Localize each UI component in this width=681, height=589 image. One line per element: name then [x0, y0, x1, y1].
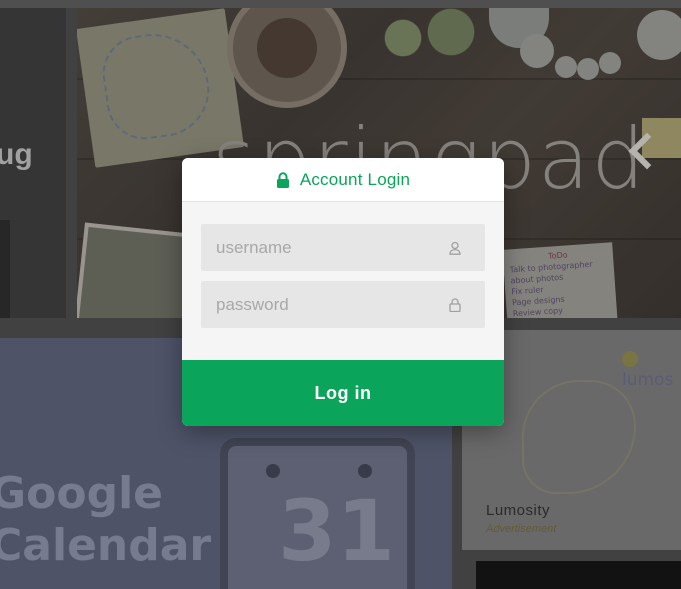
dialog-header: Account Login [182, 158, 504, 202]
lock-icon [449, 298, 461, 313]
password-input[interactable] [201, 281, 485, 328]
lock-icon [276, 171, 290, 188]
username-field [201, 224, 485, 271]
login-button[interactable]: Log in [182, 360, 504, 426]
dialog-title: Account Login [299, 169, 411, 189]
password-field [201, 281, 485, 328]
username-input[interactable] [201, 224, 485, 271]
login-dialog: Account Login Log in [182, 158, 504, 426]
user-icon [449, 241, 461, 255]
login-form [182, 202, 504, 328]
